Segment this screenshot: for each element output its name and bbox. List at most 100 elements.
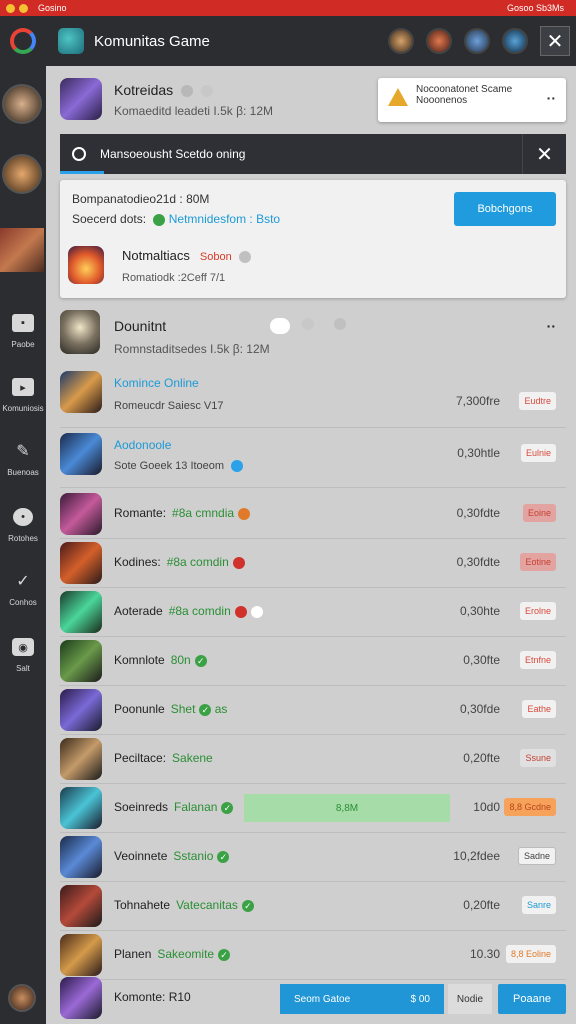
avatar[interactable] — [502, 28, 528, 54]
list-item[interactable]: Kodines: #8a comdin 0,30fdte Eotine — [60, 539, 566, 588]
status-pill[interactable]: Eathe — [522, 700, 556, 718]
sidebar-avatar[interactable] — [2, 154, 42, 194]
status-left-label: Gosino — [38, 3, 67, 13]
status-pill[interactable]: Etnfne — [519, 651, 556, 669]
sidebar-item-rotohes[interactable]: • Rotohes — [0, 508, 46, 543]
pencil-icon: ✎ — [16, 443, 30, 460]
sidebar-item-label: Salt — [16, 664, 30, 673]
badge-icon — [232, 556, 245, 569]
badge-icon — [200, 85, 213, 98]
avatar[interactable] — [426, 28, 452, 54]
row-value: 10,2fdee — [453, 849, 500, 863]
badge-icon — [334, 318, 346, 330]
app-title: Komunitas Game — [94, 32, 210, 50]
group-meta: Romnstaditsedes I.5k β: 12M — [114, 342, 270, 356]
more-icon[interactable]: ·· — [547, 318, 556, 334]
bottom-action-bar: Seom Gatoe $ 00 Nodie Poaane — [280, 984, 566, 1016]
avatar[interactable] — [388, 28, 414, 54]
row-name: Aoterade #8a comdin — [114, 604, 263, 618]
sidebar-item-buenoas[interactable]: ✎ Buenoas — [0, 442, 46, 477]
group-header: Dounitnt Romnstaditsedes I.5k β: 12M ·· — [60, 310, 566, 366]
row-value: 0,20fte — [463, 898, 500, 912]
card-link[interactable]: Netmnidesfom : Bsto — [169, 212, 280, 226]
check-icon: ✓ — [194, 655, 207, 667]
status-dot-icon — [6, 3, 15, 13]
row-value: 0,30fde — [459, 702, 500, 716]
more-icon[interactable]: ·· — [547, 90, 556, 106]
amount-field[interactable]: Seom Gatoe $ 00 — [280, 984, 444, 1014]
check-icon: ✓ — [241, 900, 254, 912]
progress-bar: 8,8M — [244, 794, 450, 822]
user-avatar[interactable] — [8, 984, 36, 1012]
status-pill[interactable]: Erolne — [519, 602, 556, 620]
toggle-icon[interactable] — [270, 318, 290, 334]
row-name: Soeinreds Falanan ✓ — [114, 800, 234, 814]
row-name: Poonunle Shet ✓ as — [114, 702, 228, 716]
status-pill[interactable]: Eudtre — [519, 392, 556, 410]
sidebar-item-salt[interactable]: ◉ Salt — [0, 638, 46, 673]
badge-icon — [231, 460, 244, 473]
game-thumb[interactable] — [68, 246, 104, 284]
list-item[interactable]: Peciltace: Sakene 0,20fte Ssune — [60, 735, 566, 784]
sidebar-item-paobe[interactable]: ▪ Paobe — [0, 314, 46, 349]
status-pill[interactable]: 8,8 Gcdne — [504, 798, 556, 816]
status-pill[interactable]: Sadne — [517, 847, 556, 865]
card-subtitle: Notmaltiacs Sobon — [122, 248, 252, 263]
sidebar-avatar[interactable] — [2, 84, 42, 124]
status-pill[interactable]: Eulnie — [520, 444, 556, 462]
list-item[interactable]: Planen Sakeomite ✓ 10.30 8,8 Eoline — [60, 931, 566, 980]
game-thumb — [60, 885, 102, 927]
header-meta: Komaeditd leadeti I.5k β: 12M — [114, 104, 273, 118]
row-name: Komince Online — [114, 376, 199, 390]
row-value: 0,30htle — [457, 446, 500, 460]
secondary-button[interactable]: Nodie — [448, 984, 492, 1014]
notification-line1: Nocoonatonet Scame — [416, 84, 513, 95]
status-pill[interactable]: Eotine — [520, 553, 556, 571]
row-name: Romante: #8a cmndia — [114, 506, 251, 520]
status-icon — [153, 213, 166, 226]
game-thumb — [60, 371, 102, 413]
status-pill[interactable]: Sanre — [521, 896, 556, 914]
status-pill[interactable]: Ssune — [520, 749, 556, 767]
header-title: Kotreidas — [114, 82, 213, 98]
header-row: Kotreidas Komaeditd leadeti I.5k β: 12M … — [46, 66, 576, 132]
banner-close-button[interactable]: ✕ — [522, 134, 566, 174]
group-avatar[interactable] — [60, 310, 100, 354]
gamepad-icon: ▪ — [12, 314, 34, 332]
check-icon: ✓ — [218, 949, 231, 961]
row-value: 10.30 — [469, 947, 500, 961]
banner-text: Mansoeousht Scetdo oning — [100, 147, 246, 161]
list-item[interactable]: Komnlote 80n ✓ 0,30fte Etnfne — [60, 637, 566, 686]
row-value: 0,20fte — [463, 751, 500, 765]
sidebar-item-conhos[interactable]: ✓ Conhos — [0, 572, 46, 607]
primary-button[interactable]: Poaane — [498, 984, 566, 1014]
game-thumb — [60, 591, 102, 633]
badge-icon — [238, 507, 251, 520]
status-bar: Gosino Gosoo Sb3Ms — [0, 0, 576, 16]
check-icon: ✓ — [16, 573, 30, 590]
list-item[interactable]: Romante: #8a cmndia 0,30fdte Eoine — [60, 490, 566, 539]
list-item[interactable]: Poonunle Shet ✓ as 0,30fde Eathe — [60, 686, 566, 735]
list-item[interactable]: Aoterade #8a comdin 0,30hte Erolne — [60, 588, 566, 637]
google-logo-icon[interactable] — [0, 16, 46, 66]
status-pill[interactable]: 8,8 Eoline — [505, 945, 556, 963]
sidebar-item-komuniosis[interactable]: ▸ Komuniosis — [0, 378, 46, 413]
avatar[interactable] — [464, 28, 490, 54]
notification-popup[interactable]: Nocoonatonet Scame Nooonenos ·· — [378, 78, 566, 122]
list-item[interactable]: Komince Online Romeucdr Saiesc V17 7,300… — [60, 368, 566, 428]
row-value: 0,30fdte — [456, 555, 500, 569]
row-name: Planen Sakeomite ✓ — [114, 947, 231, 961]
select-button[interactable]: Bobchgons — [454, 192, 556, 226]
sidebar-game-thumb[interactable] — [0, 228, 44, 272]
list-item[interactable]: Soeinreds Falanan ✓ 8,8M 10d0 8,8 Gcdne — [60, 784, 566, 833]
card-line1: Bompanatodieo21d : 80M — [72, 192, 210, 206]
list-item[interactable]: Veoinnete Sstanio ✓ 10,2fdee Sadne — [60, 833, 566, 882]
list-item[interactable]: Tohnahete Vatecanitas ✓ 0,20fte Sanre — [60, 882, 566, 931]
status-pill[interactable]: Eoine — [522, 504, 556, 522]
game-thumb[interactable] — [60, 78, 102, 120]
game-thumb — [60, 433, 102, 475]
row-value: 0,30hte — [459, 604, 500, 618]
game-thumb — [60, 934, 102, 976]
list-item[interactable]: Aodonoole Sote Goeek 13 Itoeom 0,30htle … — [60, 430, 566, 488]
close-button[interactable]: ✕ — [540, 26, 570, 56]
